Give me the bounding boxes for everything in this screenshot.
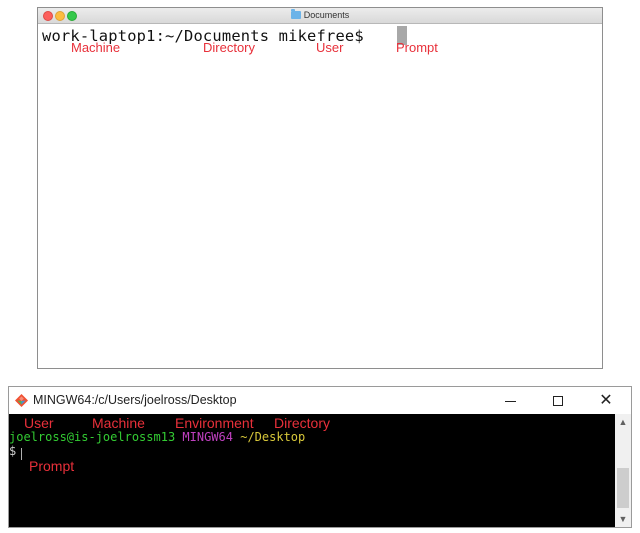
maximize-button[interactable] bbox=[535, 387, 581, 414]
mac-titlebar[interactable]: Documents bbox=[38, 8, 602, 24]
folder-icon bbox=[290, 9, 301, 19]
prompt-environment: MINGW64 bbox=[182, 430, 233, 444]
annotation-machine: Machine bbox=[92, 415, 145, 431]
window-title: MINGW64:/c/Users/joelross/Desktop bbox=[33, 393, 237, 407]
close-button[interactable]: ✕ bbox=[583, 387, 629, 414]
annotation-directory: Directory bbox=[203, 40, 256, 55]
terminal-body[interactable]: User Machine Environment Directory joelr… bbox=[9, 414, 615, 527]
git-icon bbox=[15, 394, 28, 407]
scrollbar-thumb[interactable] bbox=[617, 468, 629, 508]
maximize-icon bbox=[553, 396, 563, 407]
window-title-text: Documents bbox=[303, 10, 350, 20]
shell-prompt-line: joelross@is-joelrossm13 MINGW64 ~/Deskto… bbox=[9, 431, 305, 444]
close-icon: ✕ bbox=[599, 392, 613, 409]
annotation-directory: Directory bbox=[274, 415, 331, 431]
scroll-up-icon[interactable]: ▲ bbox=[615, 414, 631, 430]
annotation-user: User bbox=[24, 415, 54, 431]
annotation-environment: Environment bbox=[175, 415, 254, 431]
annotation-prompt: Prompt bbox=[29, 458, 75, 474]
mingw-terminal-window[interactable]: MINGW64:/c/Users/joelross/Desktop ✕ User… bbox=[8, 386, 632, 528]
prompt-user-host: joelross@is-joelrossm13 bbox=[9, 430, 176, 444]
minimize-icon bbox=[504, 400, 516, 402]
scroll-down-icon[interactable]: ▼ bbox=[615, 511, 631, 527]
prompt-symbol: $ bbox=[9, 444, 17, 458]
win-titlebar[interactable]: MINGW64:/c/Users/joelross/Desktop ✕ bbox=[9, 387, 631, 415]
text-cursor bbox=[21, 448, 22, 460]
annotation-prompt: Prompt bbox=[396, 40, 438, 55]
minimize-button[interactable] bbox=[487, 387, 533, 414]
annotation-user: User bbox=[316, 40, 344, 55]
mac-terminal-window[interactable]: Documents work-laptop1:~/Documents mikef… bbox=[37, 7, 603, 369]
prompt-directory: ~/Desktop bbox=[240, 430, 306, 444]
vertical-scrollbar[interactable]: ▲ ▼ bbox=[615, 414, 631, 527]
annotation-machine: Machine bbox=[71, 40, 121, 55]
window-title: Documents bbox=[38, 9, 602, 22]
